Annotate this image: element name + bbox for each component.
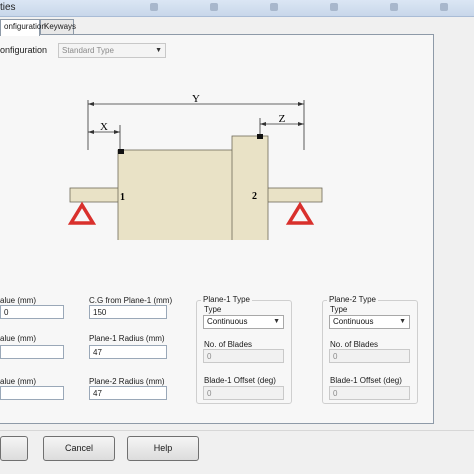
plane-2-type-label: Type <box>330 305 348 314</box>
rotor-flange <box>231 135 269 240</box>
dialog-side-area <box>434 17 474 430</box>
value-label-2: alue (mm) <box>0 334 37 343</box>
plane-2-label: 2 <box>252 191 257 202</box>
cg-label: C.G from Plane-1 (mm) <box>89 296 173 305</box>
plane-1-type-label: Type <box>204 305 222 314</box>
title-bar: ties <box>0 0 474 17</box>
plane-1-radius-input[interactable]: 47 <box>89 345 167 359</box>
plane-2-offset-label: Blade-1 Offset (deg) <box>330 376 402 385</box>
right-support-icon <box>285 201 315 225</box>
tab-strip: onfiguration Keyways <box>0 19 474 36</box>
chevron-down-icon: ▼ <box>155 47 162 54</box>
value-label-3: alue (mm) <box>0 377 37 386</box>
plane-1-type-select[interactable]: Continuous ▼ <box>203 315 284 329</box>
dim-y-label: Y <box>192 93 200 105</box>
chevron-down-icon: ▼ <box>273 318 280 325</box>
plane-1-type-title: Plane-1 Type <box>201 295 252 304</box>
toolbar-icon <box>210 3 218 11</box>
chevron-down-icon: ▼ <box>399 318 406 325</box>
help-button[interactable]: Help <box>127 436 199 461</box>
plane-1-radius-label: Plane-1 Radius (mm) <box>89 334 165 343</box>
cg-input[interactable]: 150 <box>89 305 167 319</box>
plane-2-blades-input[interactable]: 0 <box>329 349 410 363</box>
plane-2-type-title: Plane-2 Type <box>327 295 378 304</box>
value-input-1[interactable]: 0 <box>0 305 64 319</box>
toolbar-icon <box>150 3 158 11</box>
ok-button[interactable] <box>0 436 28 461</box>
configuration-select[interactable]: Standard Type ▼ <box>58 43 166 58</box>
arrowhead <box>298 102 304 106</box>
toolbar-icon <box>270 3 278 11</box>
rotor-body <box>117 149 239 240</box>
left-support-icon <box>67 201 97 225</box>
toolbar-icon <box>440 3 448 11</box>
plane-2-type-value: Continuous <box>333 317 374 326</box>
plane-1-offset-input[interactable]: 0 <box>203 386 284 400</box>
plane-1-blades-label: No. of Blades <box>204 340 253 349</box>
dim-z-label: Z <box>279 113 286 125</box>
plane-2-blades-label: No. of Blades <box>330 340 379 349</box>
value-input-2[interactable] <box>0 345 64 359</box>
plane-1-type-value: Continuous <box>207 317 248 326</box>
arrowhead <box>88 130 94 134</box>
rotor-diagram: Y X Z 1 2 <box>67 93 323 240</box>
plane-2-radius-input[interactable]: 47 <box>89 386 167 400</box>
configuration-label: onfiguration <box>0 45 48 55</box>
plane-2-radius-label: Plane-2 Radius (mm) <box>89 377 165 386</box>
cancel-button[interactable]: Cancel <box>43 436 115 461</box>
dim-x-label: X <box>100 121 108 133</box>
plane-1-label: 1 <box>120 192 125 203</box>
value-input-3[interactable] <box>0 386 64 400</box>
plane-1-offset-label: Blade-1 Offset (deg) <box>204 376 276 385</box>
toolbar-icon <box>390 3 398 11</box>
plane-2-type-select[interactable]: Continuous ▼ <box>329 315 410 329</box>
plane-2-marker <box>257 134 263 139</box>
arrowhead <box>114 130 120 134</box>
plane-1-blades-input[interactable]: 0 <box>203 349 284 363</box>
configuration-select-value: Standard Type <box>62 46 114 55</box>
arrowhead <box>88 102 94 106</box>
plane-2-offset-input[interactable]: 0 <box>329 386 410 400</box>
plane-1-marker <box>118 149 124 154</box>
arrowhead <box>260 122 266 126</box>
arrowhead <box>298 122 304 126</box>
toolbar-icon <box>330 3 338 11</box>
tab-configuration[interactable]: onfiguration <box>0 19 46 36</box>
window-title: ties <box>0 2 16 13</box>
value-label-1: alue (mm) <box>0 296 37 305</box>
